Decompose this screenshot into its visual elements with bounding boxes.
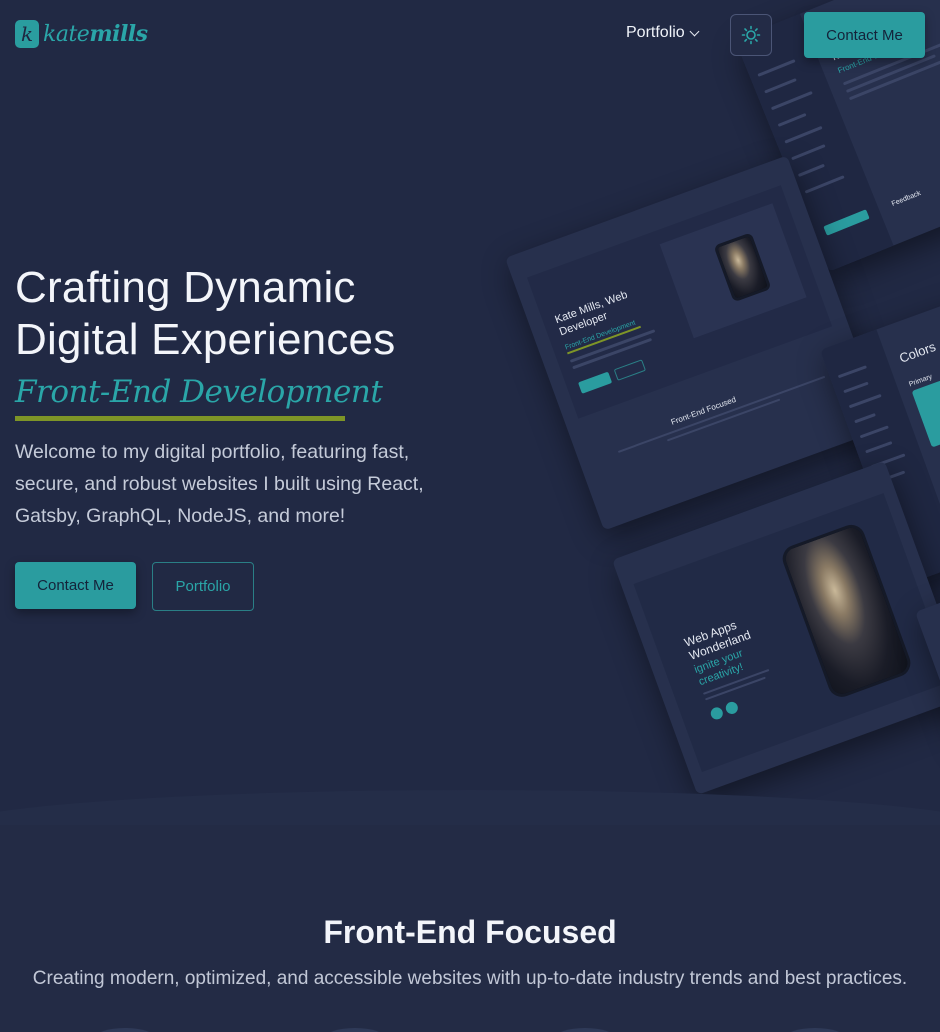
theme-toggle-button[interactable] <box>730 14 772 56</box>
mockup-a-subtitle: Front-End Development <box>564 319 637 352</box>
hero-portfolio-button[interactable]: Portfolio <box>152 562 254 611</box>
portfolio-mockups-collage: Kate Mills Portfolio Front-End Web Devel… <box>0 0 940 825</box>
nav-portfolio-dropdown[interactable]: Portfolio <box>626 24 700 42</box>
mockup-d-title: Colors <box>897 338 938 366</box>
section-title: Front-End Focused <box>323 914 617 950</box>
mockup-card-webapps: Web Apps Wonderland ignite your creativi… <box>612 460 940 795</box>
feature-icon <box>785 1028 845 1032</box>
section-description: Creating modern, optimized, and accessib… <box>32 968 908 989</box>
chevron-down-icon <box>689 26 700 36</box>
logo-name-light: kate <box>43 22 90 47</box>
mockup-c-tagline: ignite your creativity! <box>692 647 745 689</box>
feature-icons-row <box>0 1024 940 1032</box>
subtitle-underline <box>15 416 345 421</box>
nav-portfolio-label: Portfolio <box>626 24 685 41</box>
hero-subtitle: Front-End Development <box>15 374 383 410</box>
mockup-a-title: Kate Mills, Web Developer <box>553 288 630 339</box>
hero-bottom-curve <box>0 790 940 825</box>
feature-icon <box>325 1028 385 1032</box>
logo-wordmark: katemills <box>43 21 148 47</box>
hero-section: Kate Mills Portfolio Front-End Web Devel… <box>0 0 940 825</box>
logo-name-bold: mills <box>89 21 148 47</box>
mockup-card-home: Kate Mills, Web Developer Front-End Deve… <box>505 155 887 531</box>
mockup-d-label: Primary <box>908 373 934 389</box>
mockup-b-feedback: Feedback <box>890 189 922 208</box>
sun-icon <box>741 25 761 45</box>
logo-k-icon: k <box>15 20 39 48</box>
hero-contact-button[interactable]: Contact Me <box>15 562 136 609</box>
mockup-c-title: Web Apps Wonderland <box>682 617 753 663</box>
hero-description: Welcome to my digital portfolio, featuri… <box>15 441 424 527</box>
mockup-card-edge <box>915 591 940 744</box>
mockup-card-colors: Colors Primary <box>820 298 940 585</box>
hero-title: Crafting Dynamic Digital Experiences <box>15 263 396 364</box>
feature-icon <box>95 1028 155 1032</box>
site-logo[interactable]: k katemills <box>15 20 148 48</box>
header-contact-button[interactable]: Contact Me <box>804 12 925 58</box>
feature-icon <box>555 1028 615 1032</box>
mockup-a-section: Front-End Focused <box>669 394 738 427</box>
